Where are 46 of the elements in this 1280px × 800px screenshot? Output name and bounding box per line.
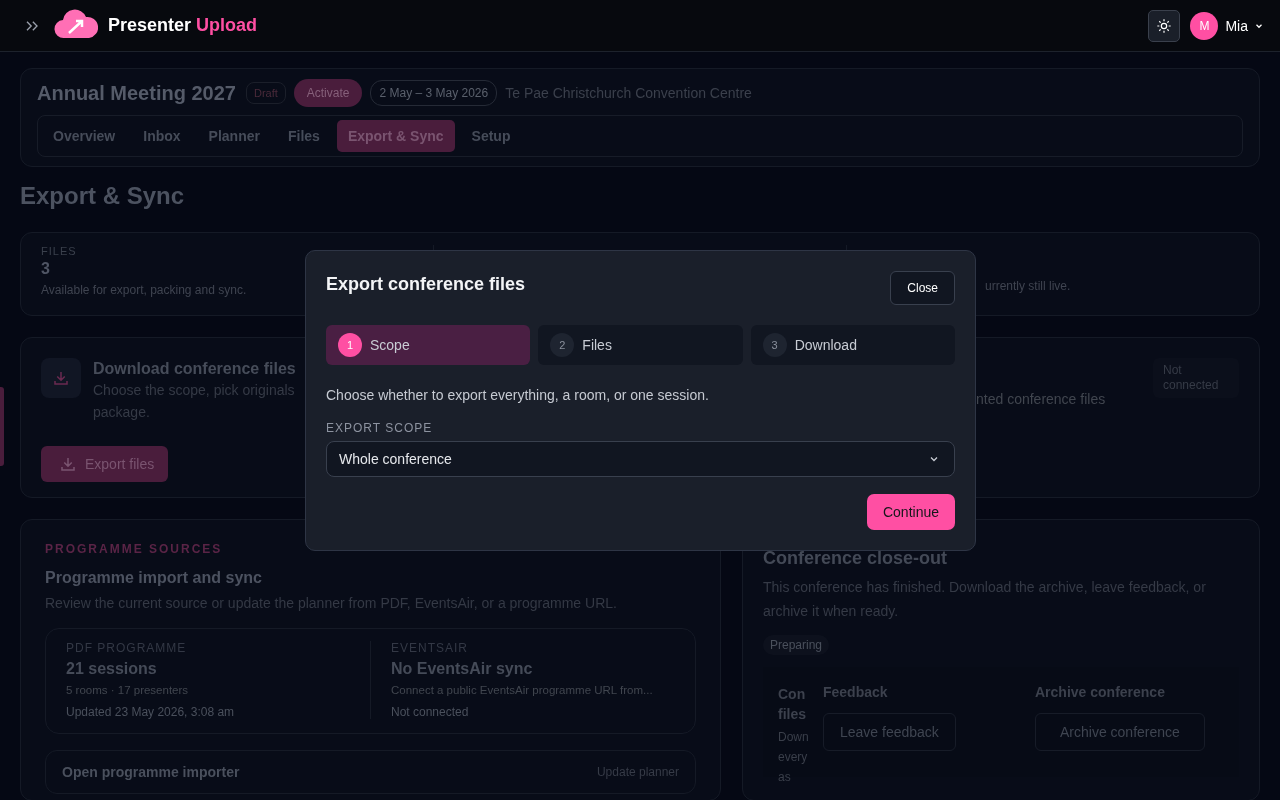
step-tab[interactable]: 1 Scope xyxy=(326,325,531,365)
nav-tab[interactable]: Files xyxy=(276,120,331,152)
dialog-instructions: Choose whether to export everything, a room, or one session. xyxy=(326,387,710,403)
step-number: 2 xyxy=(550,333,575,357)
panel-button[interactable]: Leave feedback xyxy=(823,713,956,751)
source-note: Not connected xyxy=(391,705,470,719)
step-tab[interactable]: 2 Files xyxy=(538,325,743,365)
step-number: 3 xyxy=(762,333,787,357)
status-badge: Draft xyxy=(245,82,286,104)
dropdown-value: Whole conference xyxy=(339,451,452,467)
section-eyebrow: PROGRAMME SOURCES xyxy=(45,542,224,556)
nav-tab[interactable]: Planner xyxy=(197,120,271,152)
section-title: Conference close-out xyxy=(763,548,949,569)
app-title: Presenter Upload xyxy=(108,15,258,36)
scope-dropdown[interactable]: Whole conference xyxy=(326,441,955,477)
theme-toggle-button[interactable] xyxy=(1148,9,1181,42)
importer-title: Open programme importer xyxy=(62,764,240,780)
event-title: Annual Meeting 2027 xyxy=(37,81,236,105)
source-note: Updated 23 May 2026, 3:08 am xyxy=(66,705,236,719)
close-button[interactable]: Close xyxy=(890,271,955,305)
field-label: EXPORT SCOPE xyxy=(326,421,434,435)
status-badge: Preparing xyxy=(763,635,830,655)
user-avatar[interactable]: M xyxy=(1190,11,1219,40)
nav-tab[interactable]: Setup xyxy=(460,120,522,152)
nav-tab[interactable]: Overview xyxy=(42,120,127,152)
date-range-badge: 2 May – 3 May 2026 xyxy=(370,80,498,106)
step-number: 1 xyxy=(338,333,362,357)
continue-button[interactable]: Continue xyxy=(866,494,955,530)
cloud-upload-logo xyxy=(54,7,98,40)
section-title: Download conference files xyxy=(93,360,296,378)
source-value: 21 sessions xyxy=(66,660,158,678)
section-title: Programme import and sync xyxy=(45,569,263,587)
stat-value: 3 xyxy=(41,260,51,278)
user-name[interactable]: Mia xyxy=(1225,17,1248,34)
nav-tab[interactable]: Inbox xyxy=(132,120,192,152)
activate-button[interactable]: Activate xyxy=(293,79,363,107)
download-icon xyxy=(41,358,81,398)
section-description: nted conference files xyxy=(976,391,1106,407)
side-handle[interactable] xyxy=(0,387,4,466)
page-title: Export & Sync xyxy=(20,182,186,210)
dialog-title: Export conference files xyxy=(326,274,526,295)
step-tab[interactable]: 3 Download xyxy=(750,325,955,365)
source-value: No EventsAir sync xyxy=(391,660,534,678)
sun-icon xyxy=(1156,17,1173,34)
panel-button[interactable]: Archive conference xyxy=(1035,713,1205,751)
download-icon xyxy=(59,455,77,473)
